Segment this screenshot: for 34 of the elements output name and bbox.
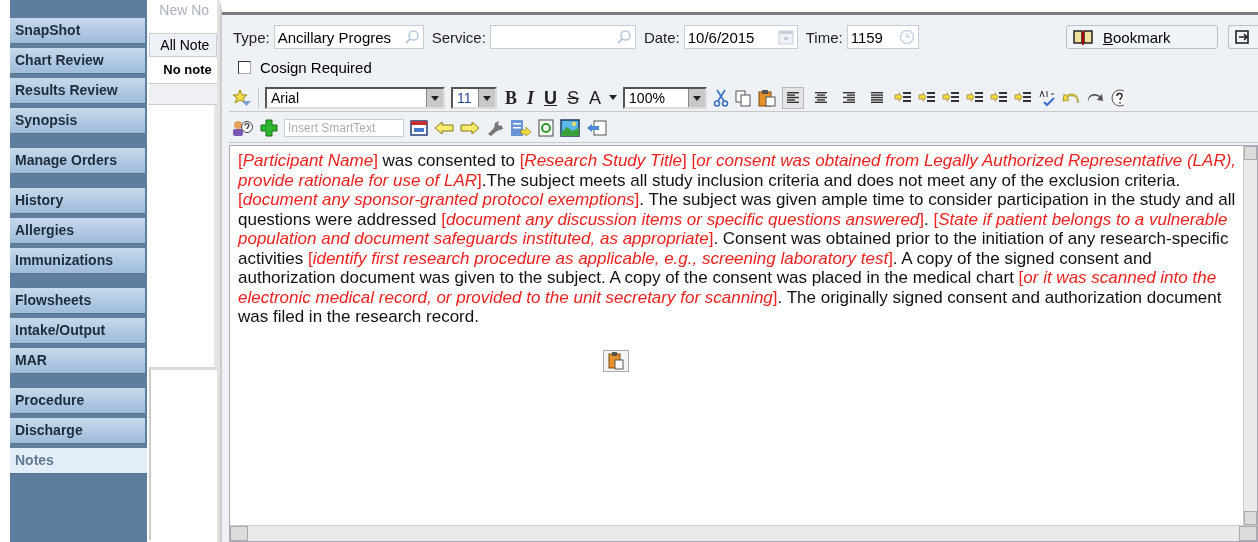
date-label: Date:: [643, 28, 680, 46]
sidebar-item[interactable]: SnapShot: [10, 18, 146, 44]
time-label: Time:: [805, 28, 843, 46]
sidebar-item[interactable]: Intake/Output: [10, 318, 146, 344]
type-label: Type:: [233, 28, 270, 46]
sidebar-item[interactable]: History: [10, 188, 146, 214]
bookmark-button[interactable]: Bookmark: [1066, 25, 1218, 49]
format-button[interactable]: A: [587, 87, 604, 109]
sidebar-item[interactable]: Notes: [10, 448, 148, 474]
sidebar-item[interactable]: Results Review: [10, 78, 146, 104]
note-text: [Participant Name] was consented to [Research Study Title] [or consent was obtained from Legally Authorized Representative (LAR), provide rationale for use of LAR].The subject meets all study inclusion criteria and does not meet any of the exclusion criteria. [document any sponsor-granted protocol exemptions]. The subject was given ample time to consider participation in the study and all questions were addressed [document any discussion items or specific questions answered]. [State if patient belongs to a vulnerable population and document safeguards instituted, as appropriate]. Consent was obtained prior to the initiation of any research-specific activities [identify first research procedure as applicable, e.g., screening laboratory test]. A copy of the signed consent and authorization document was given to the subject. A copy of the consent was placed in the medical chart [or it was scanned into the electronic medical record, or provided to the unit secretary for scanning]. The originally signed consent and authorization document was filed in the research record.: [238, 151, 1238, 327]
sidebar-item[interactable]: Immunizations: [10, 248, 146, 274]
date-field[interactable]: 10/6/2015: [683, 25, 798, 49]
sidebar-item[interactable]: Chart Review: [10, 48, 146, 74]
sidebar-item[interactable]: Procedure: [10, 388, 146, 414]
type-field[interactable]: Ancillary Progres: [273, 25, 424, 49]
format-button[interactable]: S: [565, 87, 582, 109]
zoom-dropdown[interactable]: 100%: [623, 87, 708, 109]
smarttext-field[interactable]: Insert SmartText: [284, 119, 404, 137]
notes-tab[interactable]: All Note: [149, 33, 217, 57]
sidebar-item[interactable]: Synopsis: [10, 108, 146, 134]
sidebar-item[interactable]: Manage Orders: [10, 148, 146, 174]
format-button[interactable]: U: [542, 87, 560, 109]
format-button[interactable]: I: [525, 87, 537, 109]
sidebar-item[interactable]: Discharge: [10, 418, 146, 444]
time-field[interactable]: 1159: [846, 25, 919, 49]
sidebar-item[interactable]: Allergies: [10, 218, 146, 244]
format-button[interactable]: B: [503, 87, 519, 109]
font-dropdown[interactable]: Arial: [265, 87, 445, 109]
cosign-label: Cosign Required: [260, 58, 372, 76]
sidebar-item[interactable]: Flowsheets: [10, 288, 146, 314]
sidebar-item[interactable]: MAR: [10, 348, 146, 374]
font-size-dropdown[interactable]: 11: [451, 87, 497, 109]
service-label: Service:: [431, 28, 486, 46]
